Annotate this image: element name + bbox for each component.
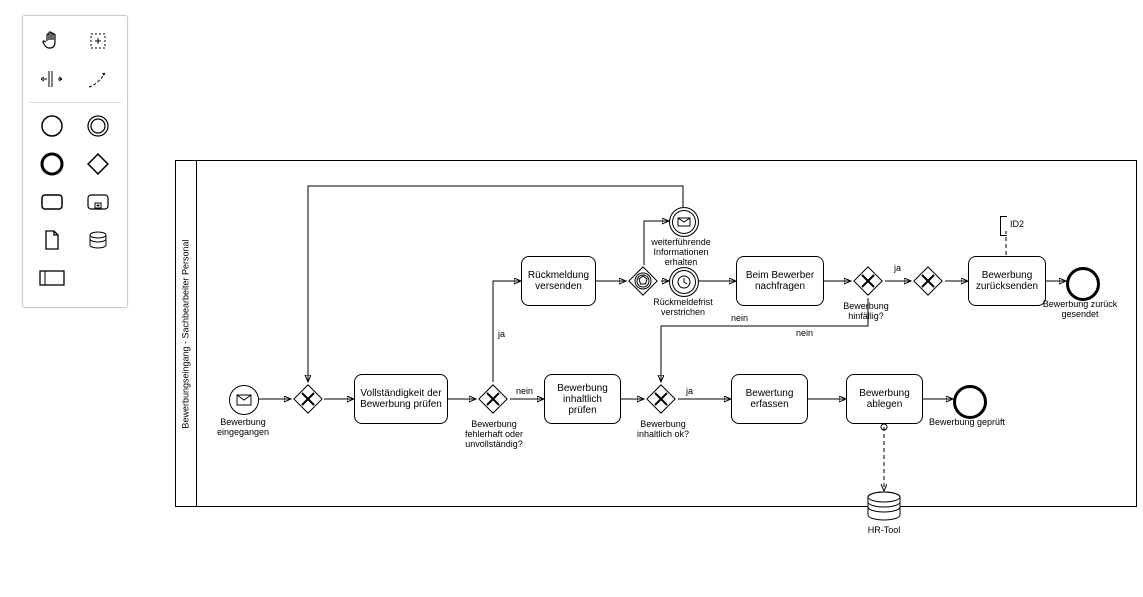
text-annotation[interactable]: ID2 xyxy=(1010,219,1024,229)
bpmn-pool[interactable]: Bewerbungseingang - Sachbearbeiter Perso… xyxy=(175,160,1137,507)
gateway-event-based[interactable] xyxy=(626,264,660,298)
flow-label-ja-2: ja xyxy=(686,386,693,396)
end-event-checked-label: Bewerbung geprüft xyxy=(927,417,1007,427)
space-tool[interactable] xyxy=(37,64,67,94)
timer-icon xyxy=(677,275,691,289)
task-label: Bewerbung zurücksenden xyxy=(973,270,1041,292)
subprocess-tool[interactable] xyxy=(83,187,113,217)
gateway-faulty-label: Bewerbung fehlerhaft oder unvollständig? xyxy=(454,419,534,449)
flow-label-ja-1: ja xyxy=(498,329,505,339)
data-store-label: HR-Tool xyxy=(864,525,904,535)
palette-empty-slot xyxy=(83,263,113,293)
gateway-content-ok[interactable] xyxy=(644,382,678,416)
event-deadline[interactable] xyxy=(669,267,699,297)
gateway-content-ok-label: Bewerbung inhaltlich ok? xyxy=(624,419,702,439)
event-info-received-label: weiterführende Informationen erhalten xyxy=(636,237,726,267)
flow-label-ja-3: ja xyxy=(894,263,901,273)
tool-palette xyxy=(22,15,128,308)
data-object-tool[interactable] xyxy=(37,225,67,255)
start-event-label: Bewerbung eingegangen xyxy=(203,417,283,437)
end-event-tool[interactable] xyxy=(37,149,67,179)
task-check-content[interactable]: Bewerbung inhaltlich prüfen xyxy=(544,374,621,424)
lane-header[interactable]: Bewerbungseingang - Sachbearbeiter Perso… xyxy=(176,161,197,506)
task-ask-applicant[interactable]: Beim Bewerber nachfragen xyxy=(736,256,824,306)
gateway-obsolete[interactable] xyxy=(851,264,885,298)
gateway-tool[interactable] xyxy=(83,149,113,179)
task-send-feedback[interactable]: Rückmeldung versenden xyxy=(521,256,596,306)
message-icon xyxy=(677,217,691,227)
task-label: Bewerbung inhaltlich prüfen xyxy=(549,383,616,416)
edges-layer xyxy=(196,161,1136,506)
flow-label-nein-3: nein xyxy=(796,328,813,338)
gateway-faulty[interactable] xyxy=(476,382,510,416)
task-label: Rückmeldung versenden xyxy=(526,270,591,292)
gateway-merge-2[interactable] xyxy=(911,264,945,298)
connect-tool[interactable] xyxy=(83,64,113,94)
end-event-checked[interactable] xyxy=(953,385,987,419)
message-icon xyxy=(236,394,252,406)
task-label: Bewertung erfassen xyxy=(736,388,803,410)
start-event[interactable] xyxy=(229,385,259,415)
task-file-application[interactable]: Bewerbung ablegen xyxy=(846,374,923,424)
event-info-received[interactable] xyxy=(669,207,699,237)
data-store-tool[interactable] xyxy=(83,225,113,255)
start-event-tool[interactable] xyxy=(37,111,67,141)
gateway-merge-1[interactable] xyxy=(291,382,325,416)
task-record-rating[interactable]: Bewertung erfassen xyxy=(731,374,808,424)
task-check-completeness[interactable]: Vollständigkeit der Bewerbung prüfen xyxy=(354,374,448,424)
flow-label-nein-2: nein xyxy=(731,313,748,323)
lasso-tool[interactable] xyxy=(83,26,113,56)
end-event-sent-label: Bewerbung zurück gesendet xyxy=(1040,299,1120,319)
data-store-hr-tool[interactable] xyxy=(866,491,902,526)
annotation-bracket xyxy=(1000,216,1007,236)
gateway-obsolete-label: Bewerbung hinfällig? xyxy=(831,301,901,321)
flow-label-nein-1: nein xyxy=(516,386,533,396)
hand-tool[interactable] xyxy=(37,26,67,56)
task-label: Vollständigkeit der Bewerbung prüfen xyxy=(359,388,443,410)
task-return-application[interactable]: Bewerbung zurücksenden xyxy=(968,256,1046,306)
event-deadline-label: Rückmeldefrist verstrichen xyxy=(643,297,723,317)
task-label: Bewerbung ablegen xyxy=(851,388,918,410)
bpmn-editor: Bewerbungseingang - Sachbearbeiter Perso… xyxy=(0,0,1143,597)
end-event-sent[interactable] xyxy=(1066,267,1100,301)
task-label: Beim Bewerber nachfragen xyxy=(741,270,819,292)
task-tool[interactable] xyxy=(37,187,67,217)
participant-tool[interactable] xyxy=(37,263,67,293)
lane-title-text: Bewerbungseingang - Sachbearbeiter Perso… xyxy=(181,239,191,428)
intermediate-event-tool[interactable] xyxy=(83,111,113,141)
